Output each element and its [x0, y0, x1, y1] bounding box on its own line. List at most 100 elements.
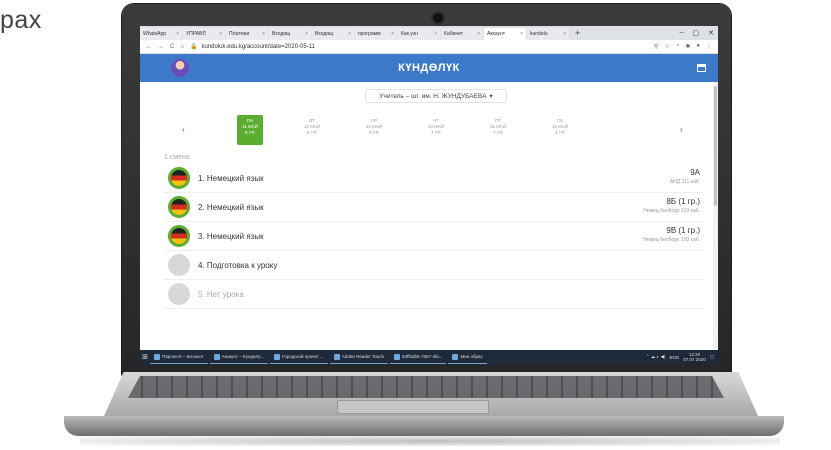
star-icon[interactable]: ☆ [664, 43, 669, 50]
tab-close-icon[interactable]: × [262, 31, 265, 37]
lesson-room: АНД 111 каб. [669, 179, 700, 185]
home-icon[interactable]: ⌂ [180, 44, 184, 50]
tab-label: УПРАВЛ [186, 31, 206, 37]
tab-close-icon[interactable]: × [434, 31, 437, 37]
teacher-select-value: Учитель – шг. им. Н. ЖУНДУБАЕВА [379, 92, 487, 100]
language-indicator[interactable]: ENG [669, 355, 679, 360]
lesson-class: 9В (1 гр.) [666, 226, 700, 235]
puzzle-icon[interactable]: ✱ [685, 43, 690, 50]
profile-icon[interactable]: ● [696, 43, 700, 50]
tab-close-icon[interactable]: × [305, 31, 308, 37]
inbox-icon[interactable] [697, 64, 706, 72]
german-flag-icon [168, 196, 190, 218]
day-tab[interactable]: ЧТ 14 МАЙ 7 УР. [423, 115, 449, 145]
system-tray: ⌃ ☁ ◐ ◀) ENG 12:20 07.07.2020 ▢ [646, 352, 718, 362]
browser-tab[interactable]: Как узн × [398, 28, 440, 40]
taskbar-item-label: Adobe Reader Touch [341, 354, 385, 359]
taskbar-item-label: 53ff5db5-7667-4fa... [402, 354, 443, 359]
app-icon [154, 353, 160, 360]
laptop-screen: WhatsApp × УПРАВЛ × Платежи × Входящ × Входящ × пр… [140, 26, 718, 364]
tab-close-icon[interactable]: × [477, 31, 480, 37]
browser-tab[interactable]: kundelu × [527, 28, 569, 40]
lesson-row[interactable]: 4. Подготовка к уроку [164, 251, 704, 280]
browser-tab[interactable]: Входящ × [312, 28, 354, 40]
laptop-front-edge [64, 416, 784, 436]
tab-label: программ [358, 31, 381, 37]
lesson-row[interactable]: 1. Немецкий язык 9А АНД 111 каб. [164, 164, 704, 193]
taskbar-item[interactable]: Adobe Reader Touch [329, 351, 389, 364]
tab-close-icon[interactable]: × [391, 31, 394, 37]
chevron-left-icon[interactable]: ‹ [182, 125, 185, 134]
app-icon [213, 353, 220, 360]
extension-icon[interactable]: ◔ [676, 43, 680, 50]
browser-tab[interactable]: УПРАВЛ × [183, 28, 225, 40]
new-tab-button[interactable]: + [570, 28, 585, 38]
keyboard [128, 376, 724, 398]
browser-tab[interactable]: Аккаунт × [484, 28, 526, 40]
taskbar-item[interactable]: 53ff5db5-7667-4fa... [390, 351, 447, 364]
day-count: 6 УР. [244, 130, 255, 135]
avatar[interactable] [171, 59, 189, 77]
tab-close-icon[interactable]: × [563, 31, 566, 37]
lesson-room: Немец бөлбору 103 каб. [643, 208, 700, 214]
tab-close-icon[interactable]: × [176, 31, 179, 37]
lesson-row[interactable]: 3. Немецкий язык 9В (1 гр.) Немец бөлбору … [164, 222, 704, 251]
chevron-right-icon[interactable]: › [680, 125, 683, 134]
taskbar-item[interactable]: Городской проект ... [270, 351, 328, 364]
day-tab[interactable]: СБ 16 МАЙ 4 УР. [547, 115, 573, 145]
taskbar-item-label: Мин образ [460, 354, 483, 359]
lesson-title: 5. Нет урока [198, 290, 244, 299]
back-icon[interactable]: ← [146, 44, 152, 50]
close-button[interactable]: ✕ [708, 29, 714, 37]
taskbar-item[interactable]: Аккаунт – Күндөлү... [209, 351, 269, 364]
taskbar-item[interactable]: Мин образ [448, 351, 487, 364]
forward-icon[interactable]: → [158, 44, 164, 50]
day-tab[interactable]: ПН 11 МАЙ 6 УР. [237, 115, 263, 145]
app-logo[interactable]: КҮНДӨЛҮК [398, 62, 460, 74]
day-count: 7 УР. [492, 130, 503, 135]
day-tab[interactable]: ПТ 15 МАЙ 7 УР. [485, 115, 511, 145]
day-count: 7 УР. [430, 130, 441, 135]
taskbar-item[interactable]: Пароли К – Блокнот [150, 351, 208, 364]
day-tab[interactable]: СР 13 МАЙ 3 УР. [361, 115, 387, 145]
webcam-icon [433, 13, 443, 23]
menu-icon[interactable]: ⋮ [706, 43, 712, 50]
chevron-down-icon: ▾ [489, 93, 493, 100]
tab-label: Входящ [315, 31, 334, 37]
url-field[interactable]: kundoluk.edu.kg/account/date=2020-05-11 [201, 44, 653, 50]
tab-close-icon[interactable]: × [348, 31, 351, 37]
day-count: 3 УР. [368, 130, 379, 135]
lesson-row[interactable]: 5. Нет урока [164, 280, 704, 309]
notification-icon[interactable]: ▢ [710, 354, 714, 360]
reload-icon[interactable]: C [170, 44, 174, 50]
day-tab[interactable]: ВТ 12 МАЙ 6 УР. [299, 115, 325, 145]
scroll-thumb[interactable] [714, 86, 717, 206]
maximize-button[interactable]: ▢ [693, 29, 700, 37]
teacher-select[interactable]: Учитель – шг. им. Н. ЖУНДУБАЕВА ▾ [365, 89, 507, 103]
clock[interactable]: 12:20 07.07.2020 [683, 352, 706, 362]
browser-tab[interactable]: программ × [355, 28, 397, 40]
lock-icon: 🔒 [189, 44, 198, 50]
browser-tab[interactable]: Платежи × [226, 28, 268, 40]
lesson-room: Немец бөлбору 103 каб. [643, 237, 700, 243]
tab-close-icon[interactable]: × [219, 31, 222, 37]
search-icon[interactable]: ⚲ [654, 43, 658, 50]
nav-buttons: ← → C ⌂ [140, 44, 190, 50]
touchpad [337, 400, 489, 414]
shift-label: 1 смена [164, 154, 190, 161]
lesson-row[interactable]: 2. Немецкий язык 8Б (1 гр.) Немец бөлбору … [164, 193, 704, 222]
tab-close-icon[interactable]: × [520, 31, 523, 37]
app-icon [333, 353, 340, 360]
corner-text: рах [0, 6, 42, 34]
browser-tab[interactable]: Входящ × [269, 28, 311, 40]
tab-label: kundelu [530, 31, 548, 37]
lesson-title: 2. Немецкий язык [198, 203, 264, 212]
tray-icons[interactable]: ⌃ ☁ ◐ ◀) [646, 354, 666, 360]
browser-tab[interactable]: Кабинет × [441, 28, 483, 40]
browser-tabbar: WhatsApp × УПРАВЛ × Платежи × Входящ × Входящ × пр… [140, 26, 718, 40]
minimize-button[interactable]: – [680, 29, 684, 37]
taskbar-item-label: Аккаунт – Күндөлү... [221, 354, 265, 359]
browser-tab[interactable]: WhatsApp × [140, 28, 182, 40]
windows-start-icon[interactable]: ⊞ [140, 353, 150, 361]
scrollbar[interactable] [713, 82, 718, 350]
